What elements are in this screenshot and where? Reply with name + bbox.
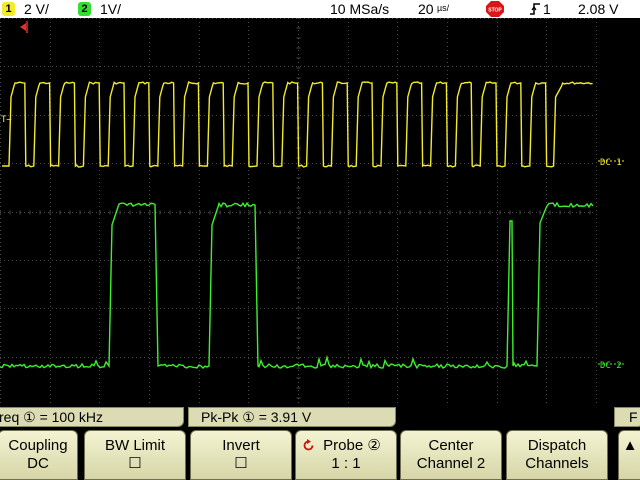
ch1-scale[interactable]: 2 V/ <box>24 0 49 18</box>
run-state: STOP <box>488 8 502 14</box>
partial-measurement[interactable]: F <box>614 407 640 427</box>
ch2-ground-label: DC 2 <box>600 361 622 371</box>
measurement-bar: req ① = 100 kHz Pk-Pk ① = 3.91 V F <box>0 407 640 427</box>
time-scale-unit: µs/ <box>437 3 450 13</box>
coupling-softkey[interactable]: Coupling DC <box>0 430 78 480</box>
sample-rate: 10 MSa/s <box>330 1 390 17</box>
trigger-source: 1 <box>543 1 551 17</box>
up-arrow-icon: ▲ <box>622 437 638 454</box>
probe-softkey[interactable]: Probe ② 1 : 1 <box>295 430 397 480</box>
invert-checkbox[interactable]: ☐ <box>191 455 291 472</box>
center-channel-softkey[interactable]: Center Channel 2 <box>400 430 502 480</box>
waveform-display[interactable]: T→ DC 1 DC 2 <box>0 18 640 405</box>
bw-limit-checkbox[interactable]: ☐ <box>85 455 185 472</box>
ch2-ground-marker[interactable]: DC 2 <box>598 361 625 371</box>
ch2-scale[interactable]: 1V/ <box>100 0 121 18</box>
ch2-badge[interactable]: 2 <box>78 2 91 16</box>
invert-softkey[interactable]: Invert ☐ <box>190 430 292 480</box>
pkpk-measurement[interactable]: Pk-Pk ① = 3.91 V <box>188 407 396 427</box>
ch1-waveform <box>2 81 593 168</box>
freq-source: ① <box>23 409 36 425</box>
ch1-ground-label: DC 1 <box>600 158 622 168</box>
freq-measurement[interactable]: req ① = 100 kHz <box>0 407 184 427</box>
ch1-badge[interactable]: 1 <box>2 2 15 16</box>
time-scale-value[interactable]: 20 <box>418 0 434 18</box>
softkey-menu: Coupling DC BW Limit ☐ Invert ☐ Probe ② … <box>0 430 640 480</box>
status-bar: 1 2 V/ 2 1V/ 10 MSa/s 20 µs/ STOP 1 2.08… <box>0 0 640 18</box>
stop-icon[interactable]: STOP <box>486 1 504 17</box>
freq-value: = 100 kHz <box>39 409 104 425</box>
more-softkey[interactable]: ▲ <box>618 430 640 480</box>
pkpk-source: ① <box>242 409 255 425</box>
freq-label: req <box>0 409 20 425</box>
bw-limit-softkey[interactable]: BW Limit ☐ <box>84 430 186 480</box>
dispatch-channels-softkey[interactable]: Dispatch Channels <box>506 430 608 480</box>
trigger-level[interactable]: 2.08 V <box>578 0 618 18</box>
ch1-ground-marker[interactable]: DC 1 <box>598 158 625 168</box>
rising-edge-trigger-icon[interactable] <box>530 3 540 15</box>
trigger-position-marker[interactable] <box>20 21 28 33</box>
pkpk-value: = 3.91 V <box>258 409 312 425</box>
pkpk-label: Pk-Pk <box>201 409 239 425</box>
ch1-trigger-level-marker[interactable]: T→ <box>1 115 12 125</box>
